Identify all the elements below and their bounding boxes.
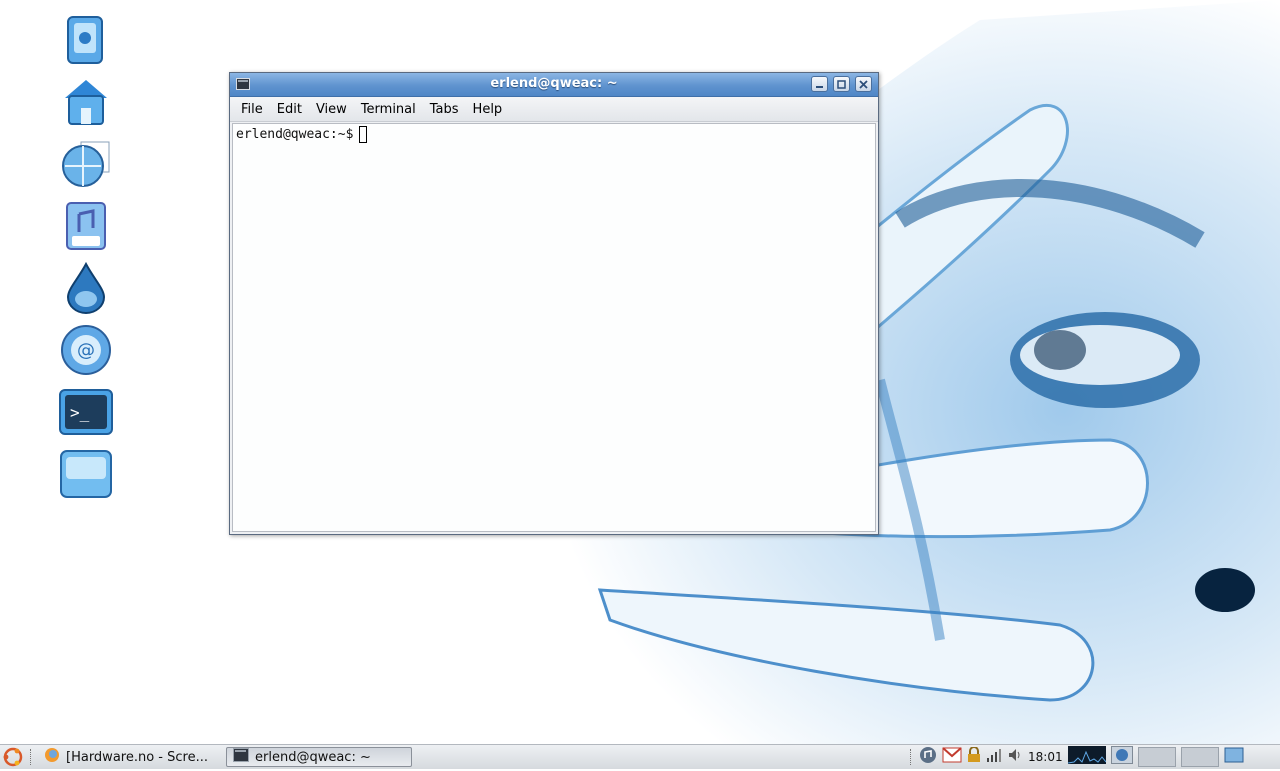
system-monitor-graph[interactable]	[1067, 746, 1106, 768]
task-label: erlend@qweac: ~	[255, 749, 371, 765]
task-label: [Hardware.no - Scre...	[66, 749, 208, 765]
ubuntu-menu-icon[interactable]	[2, 747, 24, 771]
terminal-window: erlend@qweac: ~ File Edit View Terminal …	[229, 72, 879, 535]
text-cursor	[359, 126, 368, 143]
show-desktop-icon[interactable]	[1224, 747, 1244, 767]
window-title: erlend@qweac: ~	[490, 76, 618, 91]
shell-prompt: erlend@qweac:~$	[236, 127, 354, 142]
volume-icon[interactable]	[1007, 747, 1023, 767]
terminal-area[interactable]: erlend@qweac:~$	[232, 123, 876, 532]
music-player-icon[interactable]	[919, 746, 937, 768]
mp3-file-icon[interactable]	[58, 198, 114, 254]
workspace-switcher-button[interactable]	[1110, 746, 1133, 768]
taskbar-handle[interactable]	[30, 749, 34, 765]
computer-icon[interactable]	[58, 12, 114, 68]
network-globe-icon[interactable]	[58, 136, 114, 192]
workspace-1[interactable]	[1137, 747, 1176, 767]
desktop-icons: @ >_	[58, 12, 118, 508]
window-titlebar[interactable]: erlend@qweac: ~	[230, 73, 878, 97]
menu-edit[interactable]: Edit	[270, 102, 309, 117]
firefox-icon	[44, 747, 60, 767]
menu-help[interactable]: Help	[466, 102, 510, 117]
prompt-line: erlend@qweac:~$	[236, 126, 368, 143]
menu-file[interactable]: File	[234, 102, 270, 117]
system-tray: 18:01	[910, 746, 1244, 768]
tray-handle[interactable]	[910, 749, 914, 765]
network-signal-icon[interactable]	[986, 747, 1002, 767]
menu-tabs[interactable]: Tabs	[423, 102, 466, 117]
svg-text:>_: >_	[70, 403, 90, 422]
taskbar: [Hardware.no - Scre... erlend@qweac: ~ 1…	[0, 744, 1280, 769]
clock[interactable]: 18:01	[1028, 750, 1063, 764]
home-folder-icon[interactable]	[58, 74, 114, 130]
svg-text:@: @	[77, 340, 95, 361]
task-terminal[interactable]: erlend@qweac: ~	[226, 747, 412, 767]
menu-terminal[interactable]: Terminal	[354, 102, 423, 117]
lock-icon[interactable]	[967, 746, 981, 767]
maximize-button[interactable]	[833, 76, 850, 92]
water-drop-icon[interactable]	[58, 260, 114, 316]
menu-view[interactable]: View	[309, 102, 354, 117]
menubar: File Edit View Terminal Tabs Help	[230, 97, 878, 122]
terminal-icon[interactable]: >_	[58, 384, 114, 440]
trash-icon[interactable]	[58, 446, 114, 502]
close-button[interactable]	[855, 76, 872, 92]
gmail-icon[interactable]	[942, 747, 962, 767]
email-icon[interactable]: @	[58, 322, 114, 378]
task-firefox[interactable]: [Hardware.no - Scre...	[38, 747, 216, 767]
terminal-icon	[233, 748, 249, 766]
workspace-2[interactable]	[1180, 747, 1219, 767]
minimize-button[interactable]	[811, 76, 828, 92]
